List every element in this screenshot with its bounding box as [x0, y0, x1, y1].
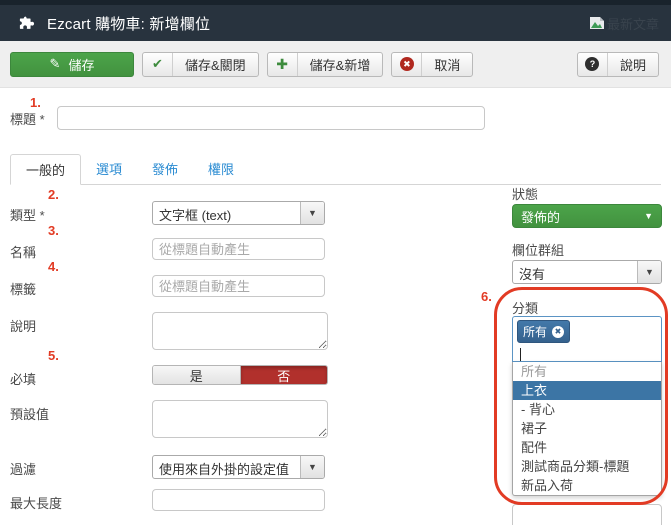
form-right-column: 狀態 發佈的 ▼ 欄位群組 沒有 ▼ 分類 所有 ✖ 所有 上衣 - 背心 裙子… [512, 184, 662, 525]
question-circle-icon: ? [585, 57, 599, 71]
navbar-right: 最新文章 [589, 14, 659, 33]
save-button[interactable]: ✎ 儲存 [10, 52, 134, 77]
navbar: Ezcart 購物車: 新增欄位 最新文章 [0, 5, 671, 41]
required-toggle: 是 否 [152, 365, 328, 385]
form-left-column: 類型 * 文字框 (text) ▼ 名稱 標籤 說明 必填 [10, 201, 355, 512]
toolbar: ✎ 儲存 ✔ 儲存&關閉 ✚ 儲存&新增 ✖ 取消 ? 說明 [0, 41, 671, 88]
category-dropdown: 所有 上衣 - 背心 裙子 配件 測試商品分類-標題 新品入荷 [512, 362, 662, 496]
title-field-row: 標題 * [10, 106, 661, 130]
type-select-value: 文字框 (text) [153, 202, 300, 224]
description-field-row: 說明 [10, 312, 355, 350]
page: 1. 2. 3. 4. 5. 6. Ezcart 購物車: 新增欄位 最新文章 … [0, 0, 671, 525]
maxlength-field-row: 最大長度 [10, 489, 355, 512]
chip-remove-icon[interactable]: ✖ [552, 326, 564, 338]
default-field-label: 預設值 [10, 400, 152, 423]
caret-down-icon[interactable]: ▼ [637, 261, 661, 283]
status-select-value: 發佈的 [521, 207, 560, 226]
category-option: 所有 [513, 362, 661, 381]
plus-icon: ✚ [276, 56, 288, 73]
logo-alt-text: 最新文章 [607, 14, 659, 33]
filter-field-row: 過濾 使用來自外掛的設定值 ▼ [10, 455, 355, 479]
field-group-select-value: 沒有 [513, 261, 637, 283]
required-yes-button[interactable]: 是 [153, 366, 241, 384]
save-new-button[interactable]: ✚ 儲存&新增 [267, 52, 384, 77]
filter-select[interactable]: 使用來自外掛的設定值 ▼ [152, 455, 325, 479]
label-field-label: 標籤 [10, 275, 152, 298]
status-select[interactable]: 發佈的 ▼ [512, 204, 662, 228]
tab-bar: 一般的 選項 發佈 權限 [10, 154, 661, 185]
help-button[interactable]: ? 說明 [577, 52, 659, 77]
tab-publishing[interactable]: 發佈 [137, 154, 193, 184]
category-option[interactable]: 裙子 [513, 419, 661, 438]
caret-down-icon: ▼ [644, 211, 653, 221]
caret-down-icon[interactable]: ▼ [300, 456, 324, 478]
annotation-1: 1. [30, 95, 41, 110]
filter-select-value: 使用來自外掛的設定值 [153, 456, 300, 478]
maxlength-input[interactable] [152, 489, 325, 511]
label-field-row: 標籤 [10, 275, 355, 298]
save-button-label: 儲存 [68, 55, 94, 74]
save-close-label: 儲存&關閉 [173, 55, 258, 74]
category-chip-label: 所有 [523, 323, 547, 340]
help-label: 說明 [608, 55, 658, 74]
label-input[interactable] [152, 275, 325, 297]
type-select[interactable]: 文字框 (text) ▼ [152, 201, 325, 225]
description-field-label: 說明 [10, 312, 152, 335]
text-cursor [520, 348, 521, 361]
page-title: Ezcart 購物車: 新增欄位 [47, 13, 210, 34]
default-field-row: 預設值 [10, 400, 355, 438]
tab-permissions[interactable]: 權限 [193, 154, 249, 184]
tab-options[interactable]: 選項 [81, 154, 137, 184]
category-option[interactable]: 測試商品分類-標題 [513, 457, 661, 476]
cancel-label: 取消 [422, 55, 472, 74]
category-chip: 所有 ✖ [517, 320, 570, 343]
type-field-row: 類型 * 文字框 (text) ▼ [10, 201, 355, 225]
cancel-circle-icon: ✖ [400, 57, 414, 71]
cancel-button[interactable]: ✖ 取消 [391, 52, 473, 77]
empty-input-box[interactable] [512, 504, 662, 525]
caret-down-icon[interactable]: ▼ [300, 202, 324, 224]
save-close-button[interactable]: ✔ 儲存&關閉 [142, 52, 259, 77]
maxlength-field-label: 最大長度 [10, 489, 152, 512]
annotation-5: 5. [48, 348, 59, 363]
category-multiselect[interactable]: 所有 ✖ [512, 316, 662, 362]
name-field-label: 名稱 [10, 238, 152, 261]
category-option[interactable]: - 背心 [513, 400, 661, 419]
filter-field-label: 過濾 [10, 455, 152, 478]
annotation-6: 6. [481, 289, 492, 304]
status-label: 狀態 [512, 184, 662, 200]
category-option[interactable]: 上衣 [513, 381, 661, 400]
name-input[interactable] [152, 238, 325, 260]
category-option[interactable]: 配件 [513, 438, 661, 457]
name-field-row: 名稱 [10, 238, 355, 261]
tab-general[interactable]: 一般的 [10, 154, 81, 185]
required-field-label: 必填 [10, 365, 152, 388]
field-group-select[interactable]: 沒有 ▼ [512, 260, 662, 284]
type-field-label: 類型 * [10, 201, 152, 224]
field-group-label: 欄位群組 [512, 240, 662, 256]
broken-image-icon [589, 16, 605, 30]
annotation-2: 2. [48, 187, 59, 202]
annotation-3: 3. [48, 223, 59, 238]
category-option[interactable]: 新品入荷 [513, 476, 661, 495]
description-textarea[interactable] [152, 312, 328, 350]
required-no-button[interactable]: 否 [241, 366, 328, 384]
check-icon: ✔ [152, 56, 163, 72]
title-field-label: 標題 * [10, 109, 57, 128]
category-label: 分類 [512, 298, 662, 314]
puzzle-icon [18, 14, 37, 33]
default-value-textarea[interactable] [152, 400, 328, 438]
required-field-row: 必填 是 否 [10, 365, 355, 388]
save-pencil-icon: ✎ [50, 56, 61, 72]
annotation-4: 4. [48, 259, 59, 274]
title-input[interactable] [57, 106, 485, 130]
save-new-label: 儲存&新增 [298, 55, 383, 74]
